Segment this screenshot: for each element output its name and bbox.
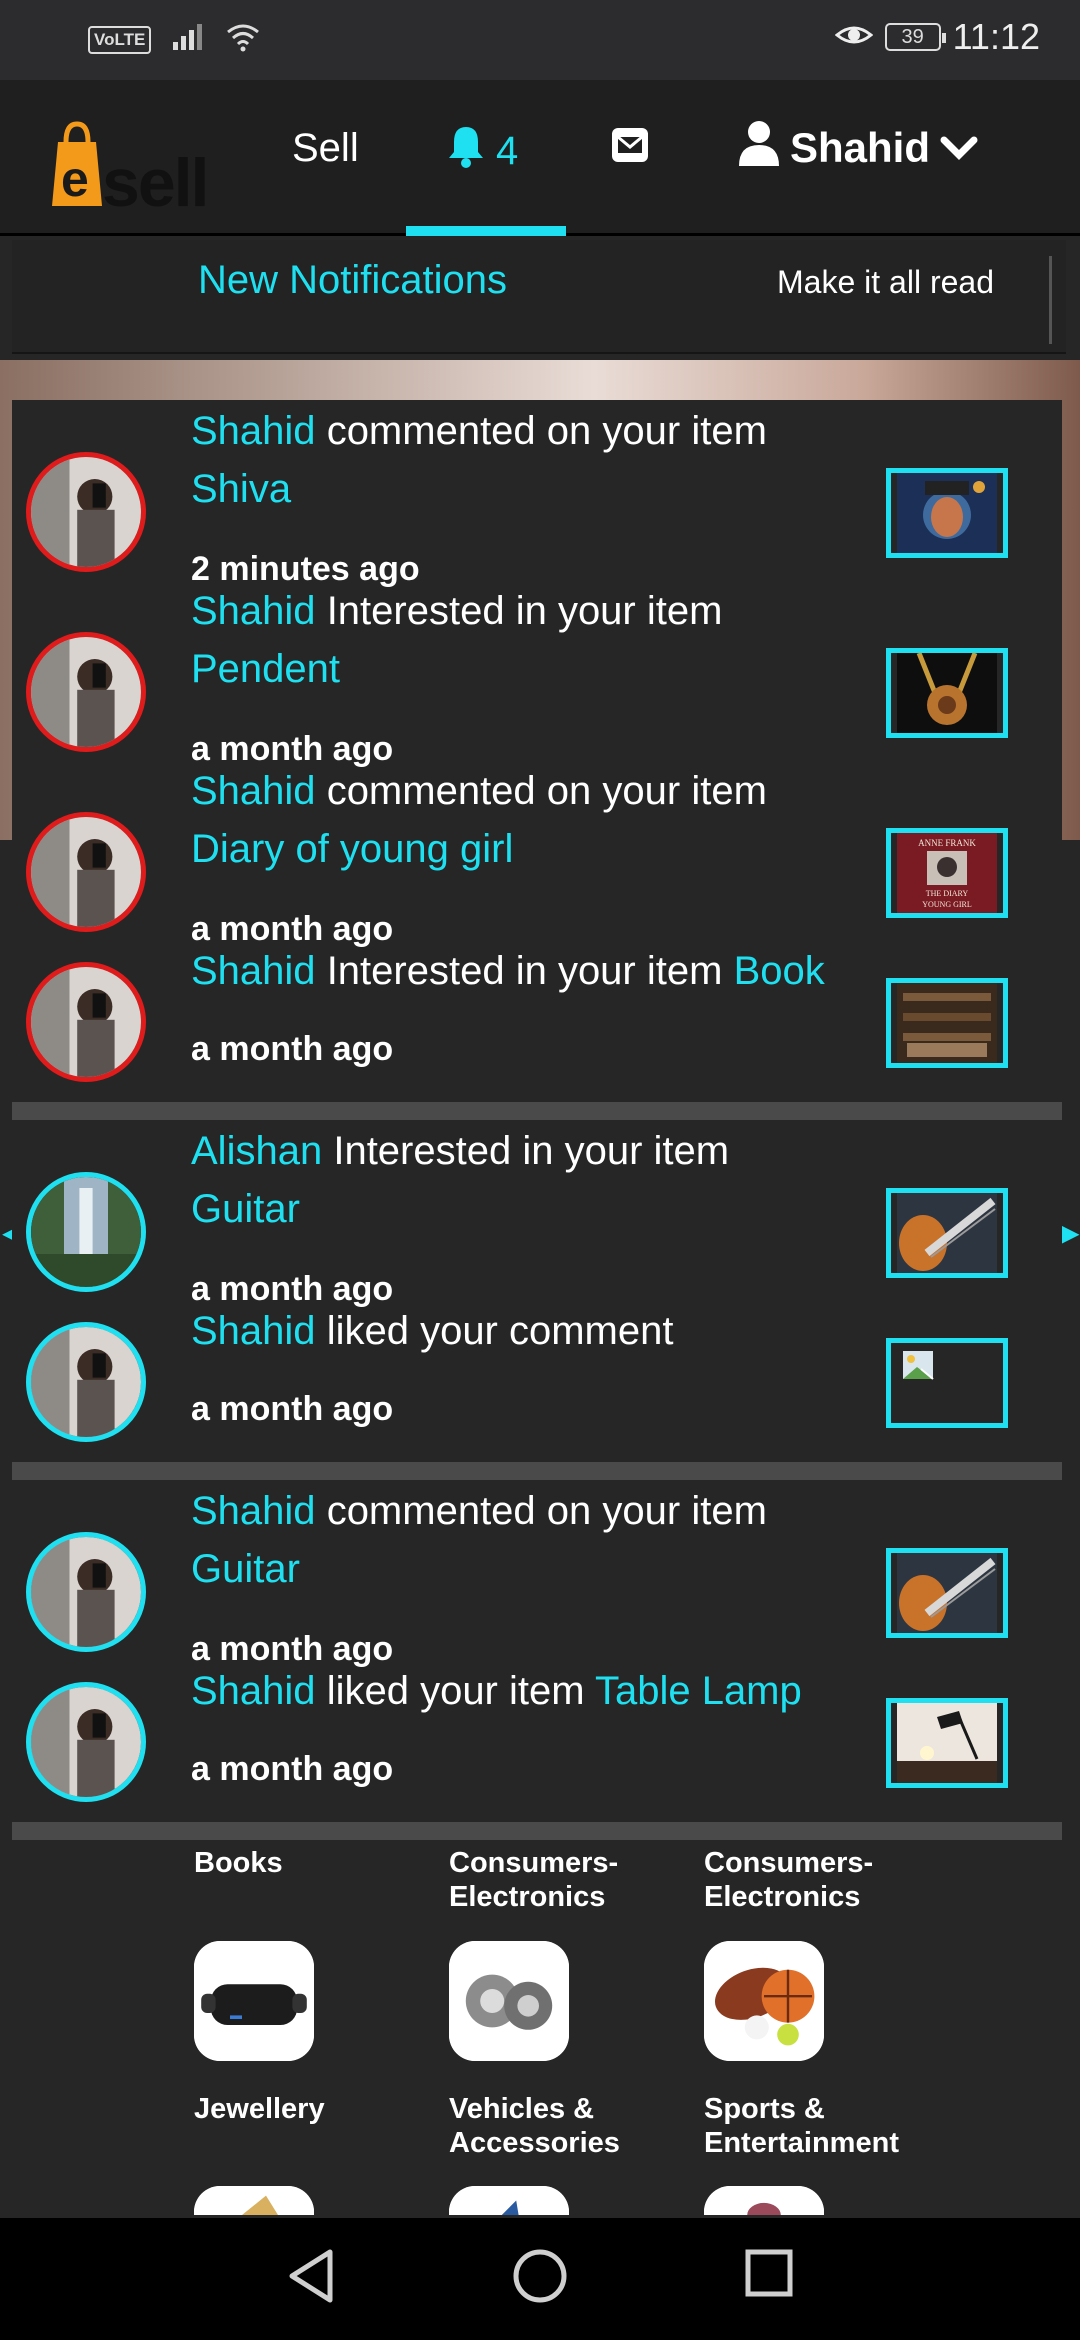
time-ago: a month ago bbox=[191, 1030, 394, 1068]
action-text: liked your item bbox=[326, 1669, 585, 1713]
messages-button[interactable] bbox=[610, 126, 650, 169]
nav-notifications[interactable]: 4 bbox=[446, 124, 518, 178]
back-triangle-icon bbox=[286, 2249, 336, 2308]
category-label: Consumers-Electronics bbox=[704, 1847, 874, 1913]
category-label: Consumers-Electronics bbox=[449, 1847, 619, 1913]
item-name[interactable]: Table Lamp bbox=[595, 1669, 802, 1713]
top-navbar: e sell Sell 4 Shahid bbox=[0, 80, 1080, 236]
action-text: commented on your item bbox=[326, 769, 767, 813]
actor-name[interactable]: Alishan bbox=[191, 1129, 322, 1173]
category-label: Vehicles & Accessories bbox=[449, 2093, 620, 2159]
category-icon-partial[interactable] bbox=[704, 2186, 824, 2215]
wifi-icon bbox=[225, 22, 261, 57]
category-label: Jewellery bbox=[194, 2093, 325, 2125]
avatar bbox=[26, 1172, 146, 1292]
notifications-title: New Notifications bbox=[198, 258, 508, 302]
back-button[interactable] bbox=[286, 2248, 336, 2309]
book-cover-subtitle: THE DIARY bbox=[926, 889, 969, 898]
action-text: Interested in your item bbox=[333, 1129, 730, 1173]
action-text: Interested in your item bbox=[326, 589, 723, 633]
actor-name[interactable]: Shahid bbox=[191, 1309, 316, 1353]
divider bbox=[1049, 256, 1052, 344]
action-text: liked your comment bbox=[326, 1309, 674, 1353]
item-thumbnail[interactable] bbox=[886, 1188, 1008, 1278]
notifications-panel: Shahid commented on your item Shiva 2 mi… bbox=[12, 400, 1062, 2215]
book-cover-title: ANNE FRANK bbox=[918, 838, 976, 848]
action-text: Interested in your item bbox=[326, 949, 723, 993]
avatar bbox=[26, 812, 146, 932]
user-name: Shahid bbox=[790, 124, 931, 171]
category-label: Books bbox=[194, 1847, 283, 1879]
group-separator bbox=[12, 1102, 1062, 1120]
item-thumbnail[interactable] bbox=[886, 1548, 1008, 1638]
chevron-down-icon bbox=[940, 124, 978, 172]
home-button[interactable] bbox=[512, 2248, 568, 2309]
item-thumbnail[interactable] bbox=[886, 978, 1008, 1068]
svg-text:e: e bbox=[61, 151, 89, 207]
bell-icon bbox=[446, 124, 486, 178]
esell-logo[interactable]: e sell bbox=[52, 120, 212, 221]
item-name[interactable]: Shiva bbox=[191, 467, 291, 511]
notification-count: 4 bbox=[496, 128, 519, 173]
system-navigation-bar bbox=[0, 2218, 1080, 2340]
actor-name[interactable]: Shahid bbox=[191, 589, 316, 633]
item-thumbnail-broken[interactable] bbox=[886, 1338, 1008, 1428]
item-thumbnail[interactable] bbox=[886, 648, 1008, 738]
volte-indicator: VoLTE bbox=[88, 25, 152, 54]
home-circle-icon bbox=[512, 2249, 568, 2308]
item-thumbnail[interactable] bbox=[886, 468, 1008, 558]
avatar bbox=[26, 962, 146, 1082]
bearing-icon[interactable] bbox=[449, 1941, 569, 2061]
time-ago: a month ago bbox=[191, 1750, 394, 1788]
group-separator bbox=[12, 1462, 1062, 1480]
envelope-icon bbox=[610, 128, 650, 168]
item-thumbnail[interactable] bbox=[886, 1698, 1008, 1788]
group-separator bbox=[12, 1822, 1062, 1840]
status-bar: VoLTE 39 11:12 bbox=[0, 0, 1080, 80]
item-name[interactable]: Guitar bbox=[191, 1187, 300, 1231]
sports-balls-icon[interactable] bbox=[704, 1941, 824, 2061]
recents-button[interactable] bbox=[744, 2248, 794, 2303]
actor-name[interactable]: Shahid bbox=[191, 949, 316, 993]
actor-name[interactable]: Shahid bbox=[191, 1669, 316, 1713]
item-name[interactable]: Guitar bbox=[191, 1547, 300, 1591]
active-tab-indicator bbox=[406, 226, 566, 236]
avatar bbox=[26, 632, 146, 752]
actor-name[interactable]: Shahid bbox=[191, 409, 316, 453]
user-icon bbox=[738, 120, 780, 176]
signal-icon bbox=[171, 22, 205, 57]
nav-sell[interactable]: Sell bbox=[292, 126, 359, 171]
item-name[interactable]: Diary of young girl bbox=[191, 827, 513, 871]
recents-square-icon bbox=[744, 2249, 794, 2302]
vr-headset-icon[interactable] bbox=[194, 1941, 314, 2061]
actor-name[interactable]: Shahid bbox=[191, 769, 316, 813]
mark-all-read-button[interactable]: Make it all read bbox=[777, 264, 994, 301]
avatar bbox=[26, 1682, 146, 1802]
actor-name[interactable]: Shahid bbox=[191, 1489, 316, 1533]
action-text: commented on your item bbox=[326, 409, 767, 453]
item-name[interactable]: Pendent bbox=[191, 647, 340, 691]
avatar bbox=[26, 452, 146, 572]
battery-icon: 39 bbox=[884, 23, 946, 51]
action-text: commented on your item bbox=[326, 1489, 767, 1533]
category-icon-partial[interactable] bbox=[449, 2186, 569, 2215]
time-ago: a month ago bbox=[191, 1390, 394, 1428]
user-menu[interactable]: Shahid bbox=[738, 120, 978, 176]
item-thumbnail[interactable]: ANNE FRANK THE DIARY YOUNG GIRL bbox=[886, 828, 1008, 918]
svg-text:sell: sell bbox=[102, 145, 207, 210]
book-cover-subtitle-2: YOUNG GIRL bbox=[922, 900, 972, 909]
category-label: Sports & Entertainment bbox=[704, 2093, 899, 2159]
avatar bbox=[26, 1532, 146, 1652]
avatar bbox=[26, 1322, 146, 1442]
category-icon-partial[interactable] bbox=[194, 2186, 314, 2215]
notifications-header: New Notifications Make it all read bbox=[12, 240, 1066, 354]
eye-icon bbox=[834, 16, 873, 58]
clock: 11:12 bbox=[952, 16, 1040, 57]
item-name[interactable]: Book bbox=[734, 949, 825, 993]
